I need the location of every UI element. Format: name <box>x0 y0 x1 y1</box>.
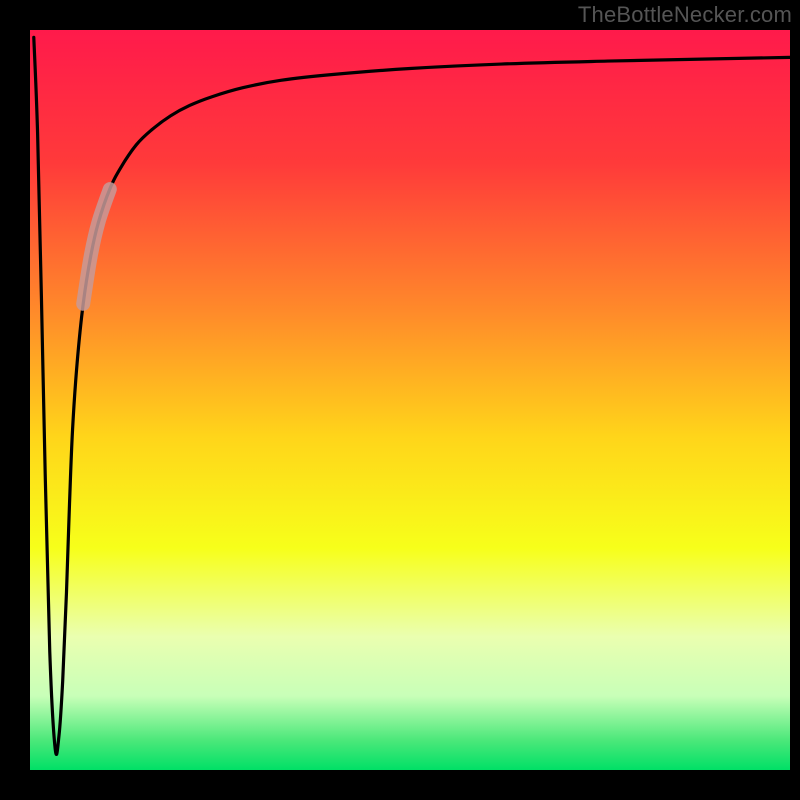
plot-area <box>30 30 790 770</box>
attribution-label: TheBottleNecker.com <box>578 2 792 28</box>
bottleneck-chart <box>0 0 800 800</box>
chart-container: TheBottleNecker.com <box>0 0 800 800</box>
